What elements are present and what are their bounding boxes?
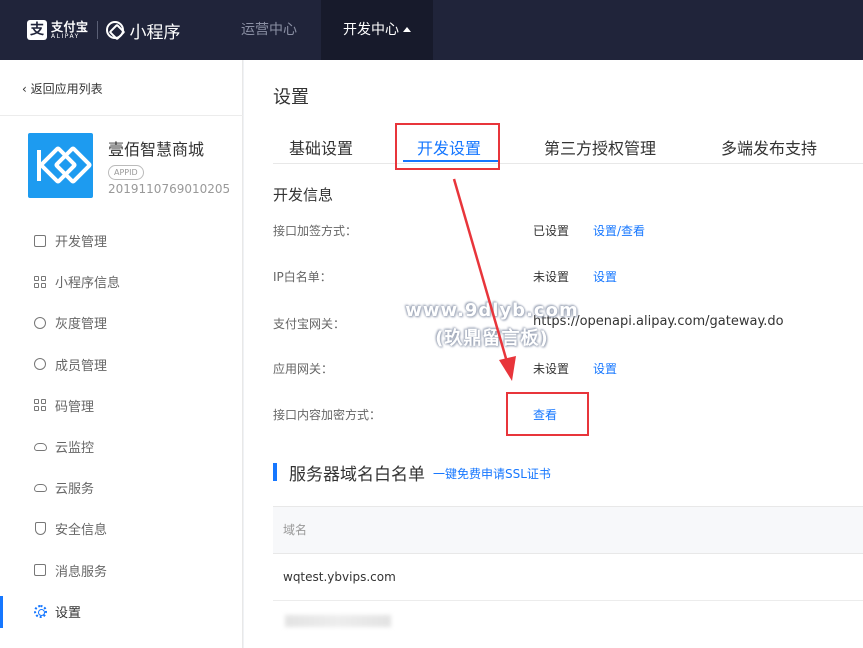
sidebar-item-label: 小程序信息 [55, 276, 121, 292]
row-app-gateway: 应用网关： 未设置 设置 [273, 360, 833, 380]
sidebar-item-label: 云服务 [55, 482, 95, 498]
sidebar-menu: 开发管理 小程序信息 灰度管理 成员管理 码管理 云监控 云服务 安全信息 消息… [0, 220, 243, 632]
nav-dev-center[interactable]: 开发中心 [321, 0, 433, 60]
row-label: IP白名单： [273, 270, 332, 284]
ssl-apply-link[interactable]: 一键免费申请SSL证书 [433, 465, 551, 482]
user-icon [33, 357, 47, 371]
row-ip-whitelist: IP白名单： 未设置 设置 [273, 268, 833, 288]
app-logo [28, 133, 93, 198]
section-accent-bar [273, 463, 277, 481]
top-navbar: 支 支付宝 ALIPAY 小程序 运营中心 开发中心 [0, 0, 863, 60]
broadcast-icon [33, 316, 47, 330]
watermark-line: www.9dlyb.com [405, 300, 579, 321]
set-link[interactable]: 设置 [593, 268, 617, 285]
appid-badge: APPID [108, 165, 144, 180]
sidebar: ‹ 返回应用列表 壹佰智慧商城 APPID 2019110769010205 开… [0, 60, 243, 648]
highlight-box-view [506, 392, 589, 436]
shield-icon [33, 522, 47, 536]
dev-info-title: 开发信息 [273, 186, 334, 204]
sidebar-item-members[interactable]: 成员管理 [0, 344, 243, 385]
row-value: 已设置 [533, 224, 570, 238]
caret-up-icon [403, 27, 411, 32]
back-to-app-list-link[interactable]: ‹ 返回应用列表 [22, 80, 103, 97]
row-label: 接口加签方式： [273, 224, 358, 238]
sidebar-item-qrcode[interactable]: 码管理 [0, 385, 243, 426]
sidebar-item-label: 消息服务 [55, 564, 108, 580]
main-content: 设置 基础设置 开发设置 第三方授权管理 多端发布支持 开发信息 接口加签方式：… [244, 60, 863, 648]
page-title: 设置 [273, 87, 309, 108]
logo[interactable]: 支 支付宝 ALIPAY 小程序 [27, 18, 181, 43]
row-value: 未设置 [533, 362, 570, 376]
divider [0, 115, 243, 116]
cloud-icon [33, 440, 47, 454]
table-header-domain: 域名 [273, 507, 863, 554]
tab-basic-settings[interactable]: 基础设置 [289, 135, 353, 159]
sidebar-item-label: 安全信息 [55, 523, 108, 539]
sidebar-item-dev-management[interactable]: 开发管理 [0, 220, 243, 261]
nav-dev-label: 开发中心 [343, 22, 399, 38]
grid-icon [33, 275, 47, 289]
sidebar-item-cloud-monitor[interactable]: 云监控 [0, 426, 243, 467]
alipay-brand-en: ALIPAY [51, 32, 80, 40]
gear-icon [33, 604, 47, 618]
settings-tabs: 基础设置 开发设置 第三方授权管理 多端发布支持 [273, 126, 863, 164]
table-row: wqtest.ybvips.com [273, 554, 863, 601]
sidebar-item-gray-release[interactable]: 灰度管理 [0, 302, 243, 343]
sidebar-item-label: 码管理 [55, 399, 95, 415]
product-title: 小程序 [129, 22, 181, 43]
watermark-line: (玖鼎留言板) [435, 328, 549, 349]
cloud-icon [33, 481, 47, 495]
set-view-link[interactable]: 设置/查看 [593, 222, 645, 239]
code-icon [33, 234, 47, 248]
sidebar-item-label: 设置 [55, 605, 82, 621]
sidebar-item-label: 云监控 [55, 441, 95, 457]
sidebar-item-label: 灰度管理 [55, 317, 108, 333]
alipay-logo-icon: 支 [27, 20, 47, 40]
back-label: 返回应用列表 [30, 82, 103, 96]
logo-divider [96, 21, 98, 39]
table-row-blurred [273, 601, 863, 641]
server-whitelist-title: 服务器域名白名单 [289, 464, 425, 485]
sidebar-item-label: 成员管理 [55, 358, 108, 374]
sidebar-item-messages[interactable]: 消息服务 [0, 550, 243, 591]
row-label: 接口内容加密方式： [273, 408, 382, 422]
row-label: 应用网关： [273, 362, 334, 376]
sidebar-item-settings[interactable]: 设置 [0, 591, 243, 632]
tab-third-party-auth[interactable]: 第三方授权管理 [544, 135, 656, 159]
sidebar-item-label: 开发管理 [55, 235, 108, 251]
watermark: www.9dlyb.com (玖鼎留言板) [362, 297, 622, 353]
app-name: 壹佰智慧商城 [108, 140, 205, 159]
chart-icon [33, 563, 47, 577]
row-label: 支付宝网关： [273, 317, 346, 331]
sidebar-item-security[interactable]: 安全信息 [0, 508, 243, 549]
nav-ops-center[interactable]: 运营中心 [241, 0, 297, 60]
sidebar-item-cloud-service[interactable]: 云服务 [0, 467, 243, 508]
domain-table: 域名 wqtest.ybvips.com [273, 506, 863, 641]
miniprogram-logo-icon [105, 21, 124, 39]
alipay-brand-cn: 支付宝 [51, 19, 89, 34]
tab-multi-platform[interactable]: 多端发布支持 [721, 135, 817, 159]
server-whitelist-header: 服务器域名白名单 一键免费申请SSL证书 [273, 461, 551, 485]
row-value: 未设置 [533, 270, 570, 284]
highlight-box-tab [395, 123, 500, 170]
sidebar-item-miniprogram-info[interactable]: 小程序信息 [0, 261, 243, 302]
qrcode-icon [33, 398, 47, 412]
appid-value: 2019110769010205 [108, 182, 231, 196]
chevron-left-icon: ‹ [22, 82, 31, 96]
row-sign-method: 接口加签方式： 已设置 设置/查看 [273, 222, 833, 242]
set-link[interactable]: 设置 [593, 360, 617, 377]
